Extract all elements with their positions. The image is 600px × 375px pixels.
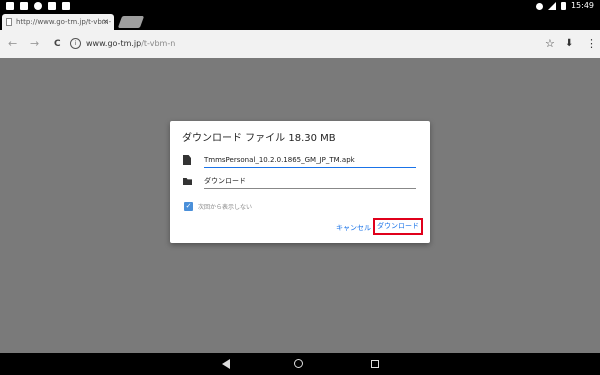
menu-icon[interactable]: ⋮ [586, 37, 597, 51]
nav-recents-icon[interactable] [371, 360, 379, 368]
tab-strip: http://www.go-tm.jp/t-vbm- × [0, 12, 600, 30]
navigation-bar [0, 353, 600, 375]
file-icon [183, 155, 191, 165]
new-tab-button[interactable] [117, 16, 145, 28]
close-tab-icon[interactable]: × [102, 14, 109, 30]
battery-icon [560, 2, 566, 10]
clock: 15:49 [570, 1, 594, 10]
cancel-button[interactable]: キャンセル [336, 223, 371, 233]
image-icon [20, 2, 28, 10]
download-button[interactable]: ダウンロード [373, 218, 423, 235]
tab-title: http://www.go-tm.jp/t-vbm- [16, 18, 112, 26]
wifi-icon [547, 2, 556, 10]
folder-icon [183, 178, 192, 185]
nav-back-icon[interactable] [222, 359, 230, 369]
folder-row [182, 174, 418, 190]
filename-row [182, 153, 418, 169]
play-store-icon [62, 2, 70, 10]
dialog-title: ダウンロード ファイル 18.30 MB [182, 133, 336, 144]
info-icon[interactable]: i [70, 38, 81, 49]
check-icon[interactable]: ✓ [184, 201, 193, 211]
browser-tab[interactable]: http://www.go-tm.jp/t-vbm- × [2, 14, 114, 30]
folder-input[interactable] [204, 174, 416, 189]
url-host: www.go-tm.jp [86, 39, 142, 48]
url-path: /t-vbm-n [141, 39, 176, 48]
filename-input[interactable] [204, 153, 416, 168]
screenshot-icon [48, 2, 56, 10]
notification-icons [6, 2, 70, 10]
status-bar: 15:49 [0, 0, 600, 12]
forward-button[interactable]: → [30, 37, 39, 51]
nav-home-icon[interactable] [294, 359, 303, 368]
checkbox-label: 次回から表示しない [198, 203, 253, 211]
bookmark-star-icon[interactable]: ☆ [545, 37, 555, 51]
expand-icon [6, 2, 14, 10]
download-icon[interactable]: ⬇ [565, 37, 573, 51]
page-icon [6, 18, 12, 26]
reload-button[interactable]: C [54, 37, 61, 51]
system-icons: 15:49 [535, 0, 594, 12]
address-bar[interactable]: i www.go-tm.jp/t-vbm-n [70, 36, 535, 52]
back-button[interactable]: ← [8, 37, 17, 51]
dont-show-again-option[interactable]: ✓ 次回から表示しない [184, 201, 252, 211]
dnd-icon [535, 2, 543, 10]
browser-toolbar: ← → C i www.go-tm.jp/t-vbm-n ☆ ⬇ ⋮ [0, 30, 600, 58]
location-icon [34, 2, 42, 10]
download-dialog: ダウンロード ファイル 18.30 MB ✓ 次回から表示しない キャンセル ダ… [170, 121, 430, 243]
